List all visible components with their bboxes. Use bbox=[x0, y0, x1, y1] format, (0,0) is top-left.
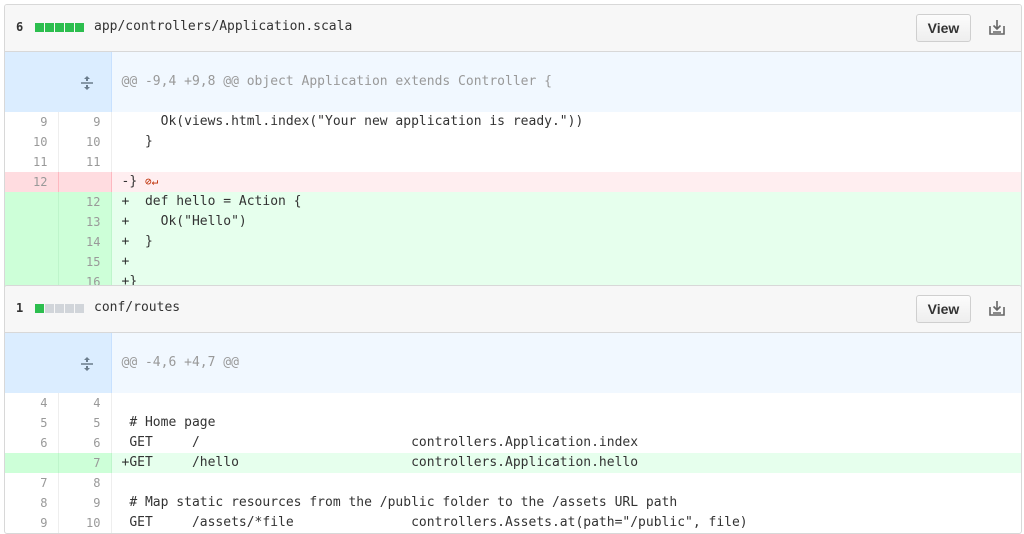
old-line-number[interactable] bbox=[5, 212, 59, 232]
expand-icon[interactable] bbox=[79, 75, 95, 91]
old-line-number[interactable]: 12 bbox=[5, 172, 59, 192]
new-line-number[interactable]: 9 bbox=[58, 112, 112, 132]
new-line-number[interactable]: 12 bbox=[58, 192, 112, 212]
code-line: Ok(views.html.index("Your new applicatio… bbox=[121, 114, 584, 129]
download-icon[interactable] bbox=[987, 299, 1007, 319]
old-line-number[interactable]: 11 bbox=[5, 152, 59, 172]
diff-line: 9 10 GET /assets/*file controllers.Asset… bbox=[5, 513, 1021, 533]
hunk-header-row: @@ -9,4 +9,8 @@ object Application exten… bbox=[5, 52, 1021, 112]
diff-line-added: 15 + bbox=[5, 252, 1021, 272]
diff-line-added: 7 +GET /hello controllers.Application.he… bbox=[5, 453, 1021, 473]
hunk-header-text: @@ -9,4 +9,8 @@ object Application exten… bbox=[111, 52, 1021, 112]
diff-line: 8 9 # Map static resources from the /pub… bbox=[5, 493, 1021, 513]
code-line-deleted: -} ⊘↵ bbox=[111, 172, 1021, 192]
diff-line: 6 6 GET / controllers.Application.index bbox=[5, 433, 1021, 453]
old-line-number[interactable] bbox=[5, 232, 59, 252]
old-line-number[interactable]: 5 bbox=[5, 413, 59, 433]
diff-line-added: 13 + Ok("Hello") bbox=[5, 212, 1021, 232]
new-line-number[interactable]: 8 bbox=[58, 473, 112, 493]
diff-line: 9 9 Ok(views.html.index("Your new applic… bbox=[5, 112, 1021, 132]
code-line: # Map static resources from the /public … bbox=[121, 495, 678, 510]
diff-line: 4 4 bbox=[5, 393, 1021, 413]
hunk-header-text: @@ -4,6 +4,7 @@ bbox=[111, 333, 1021, 393]
code-line bbox=[111, 152, 1021, 172]
download-icon[interactable] bbox=[987, 18, 1007, 38]
code-line-added: + Ok("Hello") bbox=[111, 212, 1021, 232]
code-line-added: + bbox=[111, 252, 1021, 272]
new-line-number[interactable]: 15 bbox=[58, 252, 112, 272]
code-line: GET /assets/*file controllers.Assets.at(… bbox=[121, 515, 748, 530]
view-file-button[interactable]: View bbox=[916, 295, 971, 323]
file-name[interactable]: app/controllers/Application.scala bbox=[94, 19, 352, 34]
diff-line: 10 10 } bbox=[5, 132, 1021, 152]
diff-line: 11 11 bbox=[5, 152, 1021, 172]
diff-table: @@ -4,6 +4,7 @@ 4 4 5 5 # Home page 6 6 … bbox=[5, 333, 1021, 533]
new-line-number[interactable]: 11 bbox=[58, 152, 112, 172]
code-line: # Home page bbox=[121, 415, 216, 430]
code-line bbox=[111, 473, 1021, 493]
diff-file-application-scala: 6 app/controllers/Application.scala View… bbox=[4, 4, 1022, 293]
diff-stat-blocks bbox=[35, 304, 84, 313]
new-line-number[interactable]: 6 bbox=[58, 433, 112, 453]
diff-line: 7 8 bbox=[5, 473, 1021, 493]
new-line-number[interactable]: 10 bbox=[58, 132, 112, 152]
old-line-number[interactable]: 8 bbox=[5, 493, 59, 513]
code-line: } bbox=[121, 134, 153, 149]
old-line-number[interactable]: 9 bbox=[5, 112, 59, 132]
new-line-number[interactable]: 10 bbox=[58, 513, 112, 533]
no-newline-icon: ⊘↵ bbox=[144, 175, 159, 188]
hunk-header-row: @@ -4,6 +4,7 @@ bbox=[5, 333, 1021, 393]
new-line-number[interactable]: 9 bbox=[58, 493, 112, 513]
diff-stat-count: 1 bbox=[16, 301, 24, 315]
code-line: GET / controllers.Application.index bbox=[121, 435, 639, 450]
new-line-number[interactable]: 13 bbox=[58, 212, 112, 232]
new-line-number[interactable]: 5 bbox=[58, 413, 112, 433]
diff-stat-count: 6 bbox=[16, 20, 24, 34]
diff-file-routes: 1 conf/routes View @@ -4,6 +4,7 @@ 4 4 5… bbox=[4, 285, 1022, 534]
old-line-number[interactable] bbox=[5, 192, 59, 212]
new-line-number[interactable]: 7 bbox=[58, 453, 112, 473]
code-line-added: + } bbox=[111, 232, 1021, 252]
expand-cell[interactable] bbox=[5, 52, 112, 112]
old-line-number[interactable] bbox=[5, 453, 59, 473]
new-line-number[interactable]: 4 bbox=[58, 393, 112, 413]
old-line-number[interactable]: 9 bbox=[5, 513, 59, 533]
old-line-number[interactable]: 7 bbox=[5, 473, 59, 493]
new-line-number[interactable]: 14 bbox=[58, 232, 112, 252]
diff-table: @@ -9,4 +9,8 @@ object Application exten… bbox=[5, 52, 1021, 292]
diff-line-deleted: 12 -} ⊘↵ bbox=[5, 172, 1021, 192]
view-file-button[interactable]: View bbox=[916, 14, 971, 42]
new-line-number[interactable] bbox=[58, 172, 112, 192]
file-header: 6 app/controllers/Application.scala View bbox=[5, 5, 1021, 52]
expand-cell[interactable] bbox=[5, 333, 112, 393]
expand-icon[interactable] bbox=[79, 356, 95, 372]
code-line-added: +GET /hello controllers.Application.hell… bbox=[111, 453, 1021, 473]
diff-line-added: 12 + def hello = Action { bbox=[5, 192, 1021, 212]
old-line-number[interactable]: 4 bbox=[5, 393, 59, 413]
old-line-number[interactable]: 10 bbox=[5, 132, 59, 152]
code-line-added: + def hello = Action { bbox=[111, 192, 1021, 212]
diff-stat-blocks bbox=[35, 23, 84, 32]
diff-line-added: 14 + } bbox=[5, 232, 1021, 252]
old-line-number[interactable]: 6 bbox=[5, 433, 59, 453]
code-line bbox=[111, 393, 1021, 413]
file-header: 1 conf/routes View bbox=[5, 286, 1021, 333]
file-name[interactable]: conf/routes bbox=[94, 300, 180, 315]
code-text: -} bbox=[121, 174, 138, 189]
diff-line: 5 5 # Home page bbox=[5, 413, 1021, 433]
old-line-number[interactable] bbox=[5, 252, 59, 272]
